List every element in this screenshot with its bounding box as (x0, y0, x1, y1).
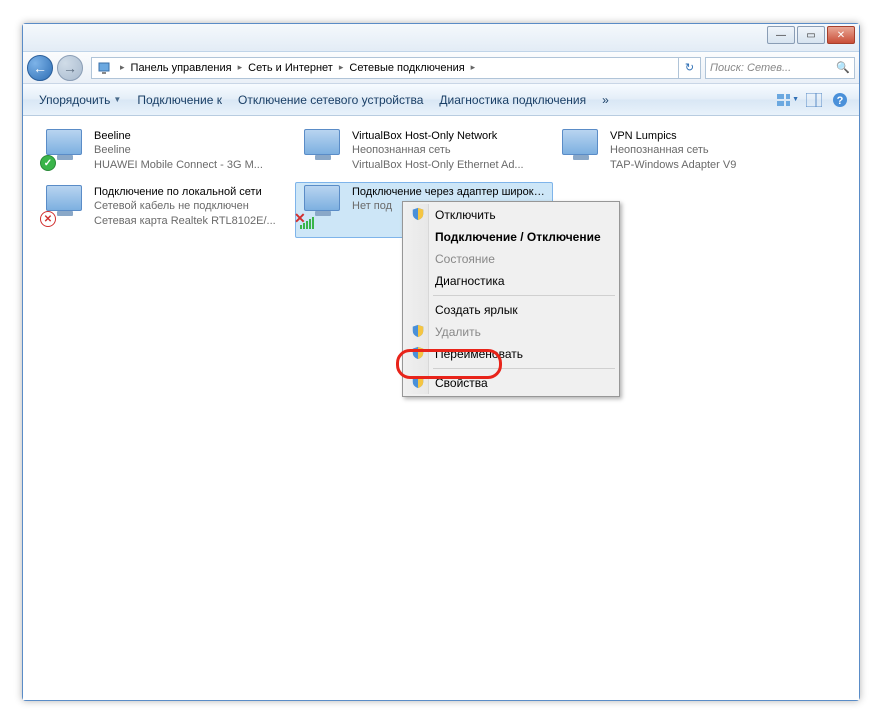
connection-name: Подключение через адаптер широкополосной… (352, 185, 550, 199)
nav-back-button[interactable]: ← (27, 55, 53, 81)
titlebar: — ▭ ✕ (23, 24, 859, 52)
status-ok-icon: ✓ (40, 155, 56, 171)
connection-item[interactable]: VPN LumpicsНеопознанная сетьTAP-Windows … (553, 126, 811, 182)
chevron-right-icon: ▸ (339, 62, 344, 73)
chevron-right-icon: ▸ (471, 62, 476, 73)
breadcrumb[interactable]: ▸ Панель управления ▸ Сеть и Интернет ▸ … (91, 57, 701, 79)
network-adapter-icon: ✕ (298, 185, 346, 227)
close-button[interactable]: ✕ (827, 26, 855, 44)
breadcrumb-item[interactable]: Сетевые подключения (347, 62, 466, 74)
connection-adapter: VirtualBox Host-Only Ethernet Ad... (352, 158, 524, 172)
connection-item[interactable]: VirtualBox Host-Only NetworkНеопознанная… (295, 126, 553, 182)
chevron-right-icon: ▸ (120, 62, 125, 73)
context-menu-item[interactable]: Свойства (405, 372, 617, 394)
menu-item-label: Свойства (435, 376, 488, 390)
context-menu-item[interactable]: Переименовать (405, 343, 617, 365)
connection-adapter: HUAWEI Mobile Connect - 3G M... (94, 158, 263, 172)
connection-item[interactable]: ✕ Подключение по локальной сетиСетевой ка… (37, 182, 295, 238)
connection-adapter: TAP-Windows Adapter V9 (610, 158, 736, 172)
chevron-down-icon: ▼ (792, 96, 799, 103)
menu-separator (433, 295, 615, 296)
uac-shield-icon (411, 375, 427, 391)
help-button[interactable]: ? (829, 89, 851, 111)
network-adapter-icon: ✓ (40, 129, 88, 171)
menu-separator (433, 368, 615, 369)
refresh-button[interactable]: ↻ (678, 57, 700, 79)
menu-item-label: Удалить (435, 325, 481, 339)
organize-button[interactable]: Упорядочить▼ (31, 89, 129, 111)
menu-item-label: Диагностика (435, 274, 505, 288)
connection-status: Неопознанная сеть (610, 143, 736, 157)
connection-item[interactable]: ✓BeelineBeelineHUAWEI Mobile Connect - 3… (37, 126, 295, 182)
status-error-icon: ✕ (40, 211, 56, 227)
uac-shield-icon (411, 346, 427, 362)
nav-forward-button[interactable]: → (57, 55, 83, 81)
context-menu-item[interactable]: Диагностика (405, 270, 617, 292)
menu-item-label: Переименовать (435, 347, 523, 361)
toolbar-more-button[interactable]: » (594, 89, 617, 111)
context-menu: Отключить Подключение / Отключение Состоян… (402, 201, 620, 397)
view-options-button[interactable]: ▼ (777, 89, 799, 111)
connection-name: Подключение по локальной сети (94, 185, 276, 199)
menu-item-label: Создать ярлык (435, 303, 518, 317)
diagnose-button[interactable]: Диагностика подключения (431, 89, 594, 111)
network-icon (97, 60, 113, 76)
network-adapter-icon (556, 129, 604, 171)
toolbar: Упорядочить▼ Подключение к Отключение се… (23, 84, 859, 116)
context-menu-item[interactable]: Создать ярлык (405, 299, 617, 321)
connection-status: Beeline (94, 143, 263, 157)
context-menu-item: Состояние (405, 248, 617, 270)
connection-name: VirtualBox Host-Only Network (352, 129, 524, 143)
menu-item-label: Подключение / Отключение (435, 230, 601, 244)
connection-name: Beeline (94, 129, 263, 143)
connection-status: Неопознанная сеть (352, 143, 524, 157)
menu-item-label: Отключить (435, 208, 496, 222)
preview-pane-button[interactable] (803, 89, 825, 111)
minimize-button[interactable]: — (767, 26, 795, 44)
menu-item-label: Состояние (435, 252, 495, 266)
chevron-right-icon: ▸ (238, 62, 243, 73)
uac-shield-icon (411, 207, 427, 223)
uac-shield-icon (411, 324, 427, 340)
network-adapter-icon (298, 129, 346, 171)
navbar: ← → ▸ Панель управления ▸ Сеть и Интерне… (23, 52, 859, 84)
context-menu-item[interactable]: Отключить (405, 204, 617, 226)
svg-text:?: ? (837, 95, 844, 107)
disable-device-button[interactable]: Отключение сетевого устройства (230, 89, 431, 111)
network-adapter-icon: ✕ (40, 185, 88, 227)
breadcrumb-item[interactable]: Сеть и Интернет (246, 62, 335, 74)
maximize-button[interactable]: ▭ (797, 26, 825, 44)
search-input[interactable]: Поиск: Сетев... 🔍 (705, 57, 855, 79)
connect-to-button[interactable]: Подключение к (129, 89, 230, 111)
context-menu-item[interactable]: Подключение / Отключение (405, 226, 617, 248)
search-icon: 🔍 (836, 61, 850, 74)
connection-name: VPN Lumpics (610, 129, 736, 143)
connection-status: Сетевой кабель не подключен (94, 199, 276, 213)
signal-icon (300, 217, 314, 229)
search-placeholder: Поиск: Сетев... (710, 62, 791, 74)
breadcrumb-item[interactable]: Панель управления (129, 62, 234, 74)
connection-adapter: Сетевая карта Realtek RTL8102E/... (94, 214, 276, 228)
context-menu-item: Удалить (405, 321, 617, 343)
chevron-down-icon: ▼ (113, 95, 121, 104)
